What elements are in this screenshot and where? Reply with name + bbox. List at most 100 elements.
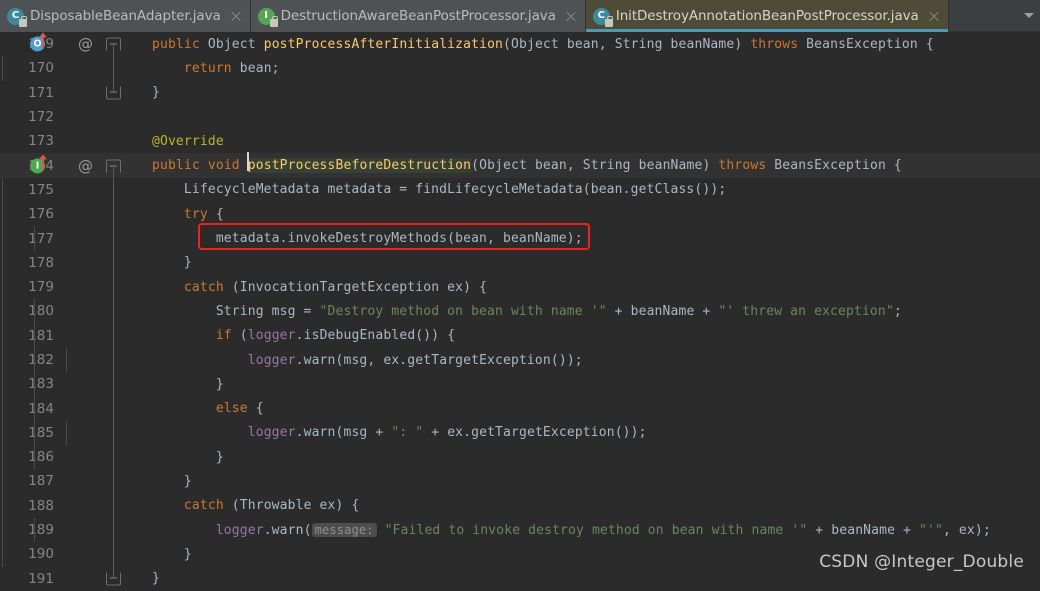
editor-gutter[interactable]: 171 (0, 81, 150, 105)
code-line-text[interactable]: public void postProcessBeforeDestruction… (150, 158, 1040, 173)
code-line[interactable]: 172 (0, 105, 1040, 129)
code-line-text[interactable]: if (logger.isDebugEnabled()) { (150, 328, 1040, 343)
code-line[interactable]: 169O@public Object postProcessAfterIniti… (0, 32, 1040, 56)
code-line-text[interactable]: String msg = "Destroy method on bean wit… (150, 304, 1040, 319)
fold-region-line (113, 494, 114, 518)
editor-gutter[interactable]: 189 (0, 518, 150, 542)
editor-gutter[interactable]: 177 (0, 226, 150, 250)
code-line-text[interactable]: return bean; (150, 61, 1040, 76)
editor-gutter[interactable]: 181 (0, 324, 150, 348)
code-line[interactable]: 181 if (logger.isDebugEnabled()) { (0, 324, 1040, 348)
code-line[interactable]: 179 catch (InvocationTargetException ex)… (0, 275, 1040, 299)
code-line-text[interactable]: else { (150, 401, 1040, 416)
fold-region-line (113, 348, 114, 372)
code-line-text[interactable]: catch (InvocationTargetException ex) { (150, 280, 1040, 295)
code-line[interactable]: 180 String msg = "Destroy method on bean… (0, 299, 1040, 323)
code-line-text[interactable]: public Object postProcessAfterInitializa… (150, 37, 1040, 52)
editor-tab-2[interactable]: CInitDestroyAnnotationBeanPostProcessor.… (586, 0, 949, 32)
fold-region-line (113, 518, 114, 542)
editor-gutter[interactable]: 184 (0, 396, 150, 420)
code-line-text[interactable]: } (150, 571, 1040, 586)
code-line-text[interactable]: try { (150, 207, 1040, 222)
code-token: (Throwable ex) { (224, 498, 360, 513)
code-token (377, 523, 385, 538)
editor-tab-1[interactable]: IDestructionAwareBeanPostProcessor.java (251, 0, 586, 32)
editor-gutter[interactable]: 174I@ (0, 153, 150, 177)
code-line[interactable]: 189 logger.warn(message: "Failed to invo… (0, 518, 1040, 542)
code-line[interactable]: 183 } (0, 372, 1040, 396)
code-line[interactable]: 178 } (0, 251, 1040, 275)
code-line[interactable]: 173@Override (0, 129, 1040, 153)
code-line[interactable]: 186 } (0, 445, 1040, 469)
editor-gutter[interactable]: 188 (0, 494, 150, 518)
code-line[interactable]: 174I@public void postProcessBeforeDestru… (0, 153, 1040, 177)
editor-gutter[interactable]: 178 (0, 251, 150, 275)
editor-gutter[interactable]: 176 (0, 202, 150, 226)
code-line[interactable]: 188 catch (Throwable ex) { (0, 494, 1040, 518)
code-token: , ex); (943, 523, 991, 538)
code-token: catch (184, 498, 224, 513)
indent-guide (2, 445, 3, 469)
code-token: void (208, 158, 240, 173)
overriding-method-icon[interactable]: O (30, 37, 45, 52)
code-token: } (152, 85, 160, 100)
code-line[interactable]: 185 logger.warn(msg + ": " + ex.getTarge… (0, 421, 1040, 445)
editor-gutter[interactable]: 187 (0, 469, 150, 493)
code-line-text[interactable]: } (150, 474, 1040, 489)
code-line-text[interactable]: @Override (150, 134, 1040, 149)
close-icon[interactable] (564, 10, 577, 23)
code-line-text[interactable]: metadata.invokeDestroyMethods(bean, bean… (150, 231, 1040, 246)
editor-gutter[interactable]: 179 (0, 275, 150, 299)
code-line-text[interactable]: logger.warn(msg + ": " + ex.getTargetExc… (150, 425, 1040, 440)
code-line[interactable]: 182 logger.warn(msg, ex.getTargetExcepti… (0, 348, 1040, 372)
editor-tab-0[interactable]: CDisposableBeanAdapter.java (0, 0, 251, 32)
code-line-text[interactable]: } (150, 450, 1040, 465)
editor-gutter[interactable]: 173 (0, 129, 150, 153)
lock-badge-icon (270, 19, 278, 27)
code-line-text[interactable]: logger.warn(msg, ex.getTargetException()… (150, 353, 1040, 368)
code-line[interactable]: 176 try { (0, 202, 1040, 226)
close-icon[interactable] (927, 10, 940, 23)
code-token: logger (248, 328, 296, 343)
editor-gutter[interactable]: 182 (0, 348, 150, 372)
editor-gutter[interactable]: 175 (0, 178, 150, 202)
fold-region-line (113, 251, 114, 275)
editor-gutter[interactable]: 172 (0, 105, 150, 129)
fold-region-line (113, 421, 114, 445)
code-line[interactable]: 184 else { (0, 396, 1040, 420)
line-number: 186 (28, 449, 54, 465)
code-line[interactable]: 175 LifecycleMetadata metadata = findLif… (0, 178, 1040, 202)
code-line-text[interactable]: } (150, 377, 1040, 392)
code-token: "Destroy method on bean with name '" (320, 304, 607, 319)
code-line-text[interactable]: } (150, 85, 1040, 100)
line-number: 188 (28, 498, 54, 514)
code-line-text[interactable]: LifecycleMetadata metadata = findLifecyc… (150, 182, 1040, 197)
code-line[interactable]: 187 } (0, 469, 1040, 493)
editor-gutter[interactable]: 170 (0, 56, 150, 80)
editor-gutter[interactable]: 180 (0, 299, 150, 323)
code-line-text[interactable]: } (150, 255, 1040, 270)
code-token (152, 425, 248, 440)
editor-gutter[interactable]: 186 (0, 445, 150, 469)
code-line[interactable]: 170 return bean; (0, 56, 1040, 80)
editor-gutter[interactable]: 183 (0, 372, 150, 396)
indent-guide (2, 299, 3, 323)
indent-guide (34, 226, 35, 250)
code-line[interactable]: 171} (0, 81, 1040, 105)
code-token: + beanName + (607, 304, 719, 319)
code-token: "Failed to invoke destroy method on bean… (385, 523, 808, 538)
editor-gutter[interactable]: 169O@ (0, 32, 150, 56)
code-line-text[interactable]: catch (Throwable ex) { (150, 498, 1040, 513)
fold-region-line (113, 226, 114, 250)
editor-gutter[interactable]: 191 (0, 567, 150, 591)
close-icon[interactable] (229, 10, 242, 23)
implementing-method-icon[interactable]: I (30, 158, 45, 173)
tab-overflow-button[interactable] (1018, 0, 1040, 31)
line-number: 170 (28, 60, 54, 76)
editor-gutter[interactable]: 190 (0, 542, 150, 566)
code-editor[interactable]: 169O@public Object postProcessAfterIniti… (0, 32, 1040, 580)
code-line-text[interactable]: logger.warn(message: "Failed to invoke d… (150, 523, 1040, 538)
editor-gutter[interactable]: 185 (0, 421, 150, 445)
indent-guide (2, 348, 3, 372)
code-line[interactable]: 177 metadata.invokeDestroyMethods(bean, … (0, 226, 1040, 250)
